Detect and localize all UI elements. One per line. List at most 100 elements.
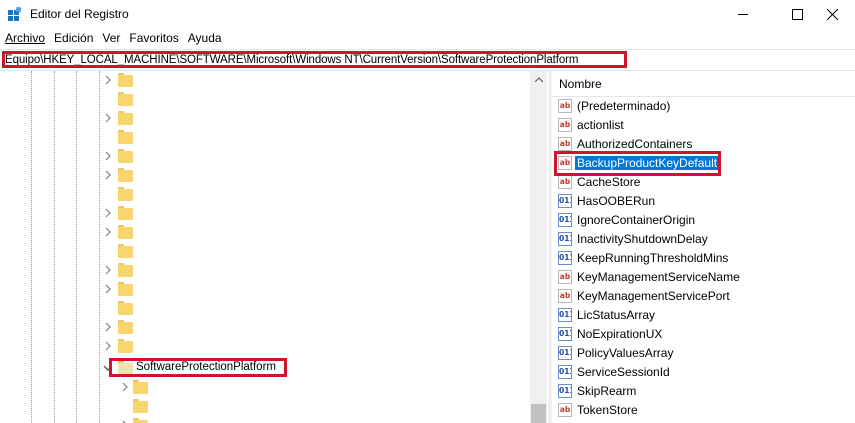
value-name: HasOOBERun (577, 194, 656, 208)
folder-icon (118, 244, 133, 258)
tree-node[interactable] (0, 185, 530, 204)
chevron-right-icon[interactable] (103, 284, 113, 294)
values-list: Nombre ab (Predeterminado) ab actionlist ab A… (552, 71, 855, 423)
value-row[interactable]: 011 KeepRunningThresholdMins (552, 249, 855, 268)
chevron-right-icon[interactable] (103, 265, 113, 275)
tree-child-node[interactable] (0, 416, 530, 423)
scroll-up-button[interactable] (530, 71, 547, 88)
menu-bar: Archivo Edición Ver Favoritos Ayuda (0, 29, 855, 48)
folder-icon (118, 263, 133, 277)
minimize-button[interactable] (720, 0, 766, 29)
value-row[interactable]: ab KeyManagementServicePort (552, 287, 855, 306)
tree-node[interactable] (0, 204, 530, 223)
window-title: Editor del Registro (30, 7, 129, 21)
menu-edicion[interactable]: Edición (49, 29, 97, 48)
value-row[interactable]: 011 SkipRearm (552, 382, 855, 401)
string-value-icon: ab (558, 403, 572, 417)
tree-scrollbar[interactable] (530, 71, 547, 423)
value-row[interactable]: ab actionlist (552, 116, 855, 135)
chevron-right-icon[interactable] (103, 227, 113, 237)
folder-icon (133, 399, 148, 413)
tree-node[interactable] (0, 166, 530, 185)
registry-editor-icon (8, 7, 22, 21)
value-name: NoExpirationUX (577, 327, 663, 341)
folder-icon (118, 149, 133, 163)
value-name: PolicyValuesArray (577, 346, 674, 360)
string-value-icon: ab (558, 118, 572, 132)
tree-child-node[interactable] (0, 397, 530, 416)
folder-icon (118, 130, 133, 144)
value-highlight-box (554, 151, 721, 176)
value-name: IgnoreContainerOrigin (577, 213, 696, 227)
binary-value-icon: 011 (558, 308, 572, 322)
folder-icon (133, 380, 148, 394)
folder-icon (118, 111, 133, 125)
value-name: AuthorizedContainers (577, 137, 693, 151)
value-row[interactable]: ab TokenStore (552, 401, 855, 420)
chevron-right-icon[interactable] (103, 341, 113, 351)
value-row[interactable]: 011 IgnoreContainerOrigin (552, 211, 855, 230)
chevron-right-icon[interactable] (103, 170, 113, 180)
chevron-right-icon[interactable] (120, 382, 130, 392)
folder-icon (118, 92, 133, 106)
close-button[interactable] (809, 0, 855, 29)
value-name: KeyManagementServiceName (577, 270, 740, 284)
minimize-icon (738, 14, 748, 15)
value-row[interactable]: 011 ServiceSessionId (552, 363, 855, 382)
string-value-icon: ab (558, 99, 572, 113)
menu-ayuda[interactable]: Ayuda (183, 29, 226, 48)
value-row[interactable]: 011 PolicyValuesArray (552, 344, 855, 363)
tree-node[interactable] (0, 242, 530, 261)
tree-node[interactable] (0, 90, 530, 109)
tree-node[interactable] (0, 299, 530, 318)
value-name: CacheStore (577, 175, 641, 189)
binary-value-icon: 011 (558, 213, 572, 227)
folder-icon (118, 187, 133, 201)
tree-node[interactable] (0, 71, 530, 90)
tree-node[interactable] (0, 223, 530, 242)
value-name: ServiceSessionId (577, 365, 670, 379)
folder-icon (118, 339, 133, 353)
chevron-right-icon[interactable] (103, 322, 113, 332)
value-name: LicStatusArray (577, 308, 656, 322)
menu-archivo[interactable]: Archivo (0, 29, 49, 48)
chevron-right-icon[interactable] (103, 75, 113, 85)
tree-node[interactable] (0, 337, 530, 356)
chevron-right-icon[interactable] (103, 113, 113, 123)
tree-node[interactable] (0, 261, 530, 280)
tree-child-node[interactable] (0, 378, 530, 397)
column-header-nombre[interactable]: Nombre (552, 71, 855, 97)
address-highlight-box (2, 51, 627, 68)
value-row[interactable]: 011 LicStatusArray (552, 306, 855, 325)
value-row[interactable]: 011 NoExpirationUX (552, 325, 855, 344)
tree-node[interactable] (0, 109, 530, 128)
tree-node[interactable] (0, 128, 530, 147)
tree-highlight-box (109, 358, 287, 377)
folder-icon (118, 168, 133, 182)
string-value-icon: ab (558, 175, 572, 189)
value-name: (Predeterminado) (577, 99, 671, 113)
menu-favoritos[interactable]: Favoritos (124, 29, 182, 48)
tree-node[interactable] (0, 318, 530, 337)
value-row[interactable]: 011 InactivityShutdownDelay (552, 230, 855, 249)
value-row[interactable]: ab KeyManagementServiceName (552, 268, 855, 287)
folder-icon (133, 418, 148, 423)
binary-value-icon: 011 (558, 251, 572, 265)
tree-node[interactable] (0, 280, 530, 299)
string-value-icon: ab (558, 289, 572, 303)
menu-ver[interactable]: Ver (97, 29, 124, 48)
chevron-right-icon[interactable] (103, 208, 113, 218)
chevron-up-icon (534, 77, 543, 82)
maximize-icon (791, 9, 803, 20)
tree-node[interactable] (0, 147, 530, 166)
folder-icon (118, 301, 133, 315)
folder-icon (118, 282, 133, 296)
chevron-right-icon[interactable] (103, 151, 113, 161)
string-value-icon: ab (558, 137, 572, 151)
scroll-thumb[interactable] (531, 404, 546, 423)
binary-value-icon: 011 (558, 365, 572, 379)
value-name: KeepRunningThresholdMins (577, 251, 729, 265)
value-row[interactable]: ab (Predeterminado) (552, 97, 855, 116)
value-name: TokenStore (577, 403, 638, 417)
value-row[interactable]: 011 HasOOBERun (552, 192, 855, 211)
